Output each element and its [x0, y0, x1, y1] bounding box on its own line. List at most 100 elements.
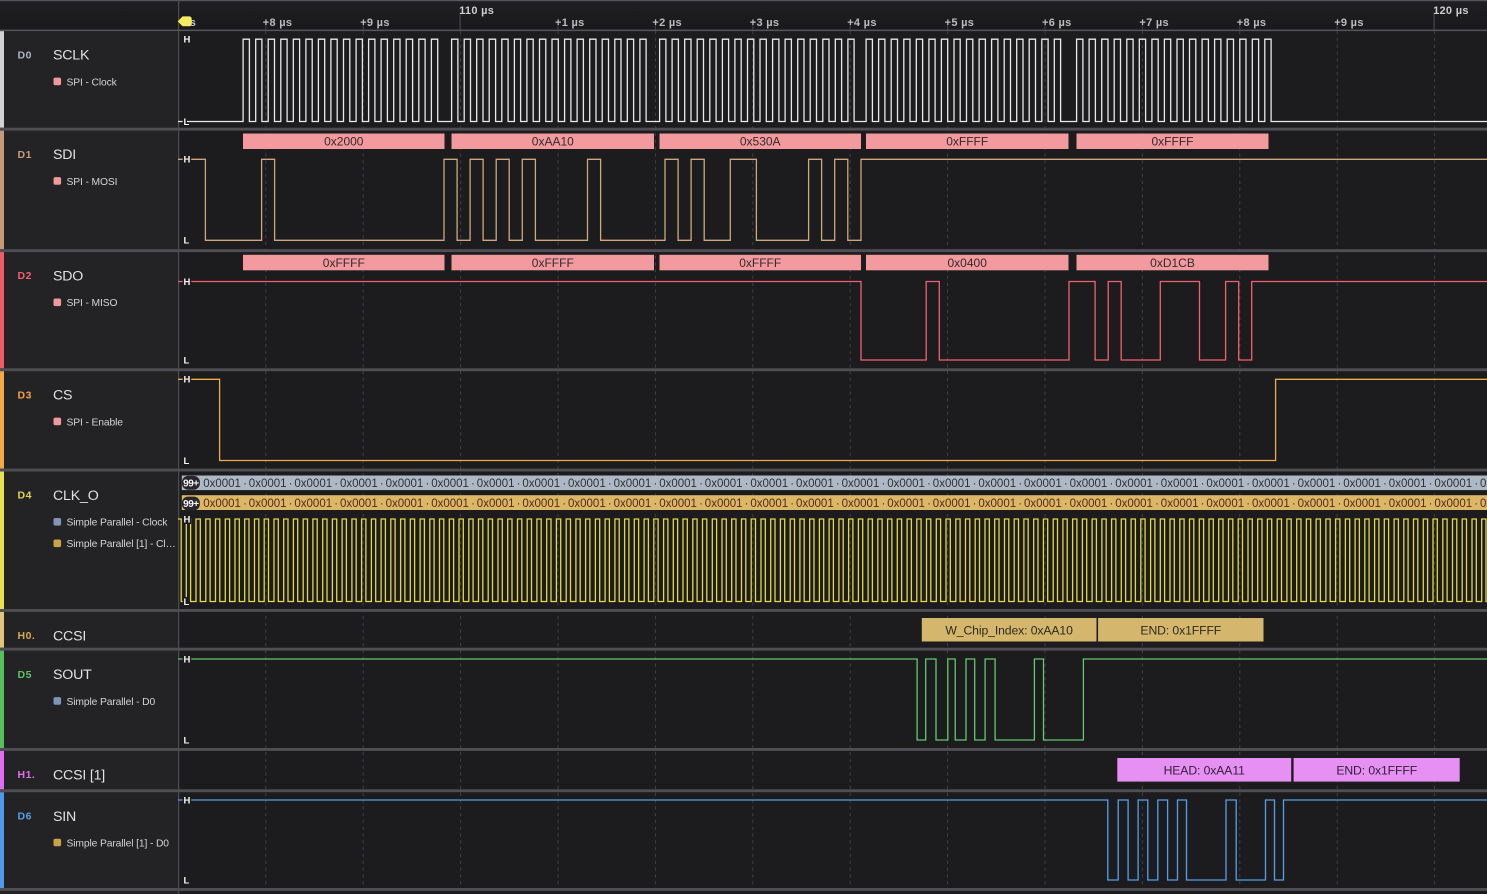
svg-text:·: · [973, 498, 977, 510]
svg-text:L: L [184, 117, 190, 128]
svg-text:·: · [836, 498, 840, 510]
svg-text:0x0001: 0x0001 [978, 478, 1016, 490]
svg-text:0x0001: 0x0001 [294, 478, 332, 490]
svg-text:·: · [380, 498, 384, 510]
svg-text:·: · [881, 498, 885, 510]
svg-text:END: 0x1FFFF: END: 0x1FFFF [1140, 623, 1221, 637]
svg-text:·: · [471, 478, 475, 490]
svg-text:L: L [184, 355, 190, 366]
svg-text:H: H [184, 375, 191, 386]
svg-text:CLK_O: CLK_O [53, 488, 99, 504]
svg-text:+8 µs: +8 µs [1237, 17, 1267, 29]
svg-text:+3 µs: +3 µs [750, 17, 780, 29]
svg-text:0x0001: 0x0001 [1434, 478, 1472, 490]
svg-text:0x0001: 0x0001 [568, 498, 606, 510]
svg-text:·: · [334, 478, 338, 490]
svg-text:·: · [1292, 498, 1296, 510]
svg-text:SPI - MOSI: SPI - MOSI [67, 177, 118, 188]
svg-text:·: · [699, 478, 703, 490]
svg-text:0x0001: 0x0001 [431, 498, 469, 510]
svg-text:·: · [1201, 478, 1205, 490]
svg-text:0x0001: 0x0001 [1070, 478, 1108, 490]
svg-text:0x0001: 0x0001 [887, 498, 925, 510]
svg-text:·: · [927, 498, 931, 510]
svg-text:+2 µs: +2 µs [652, 17, 682, 29]
svg-text:H: H [184, 277, 191, 288]
svg-text:+8 µs: +8 µs [263, 17, 293, 29]
svg-text:·: · [1064, 498, 1068, 510]
svg-text:SPI - MISO: SPI - MISO [67, 298, 118, 309]
svg-text:L: L [184, 236, 190, 247]
svg-text:0x0001: 0x0001 [1343, 478, 1381, 490]
svg-text:·: · [1246, 498, 1250, 510]
svg-text:0x0001: 0x0001 [1389, 498, 1427, 510]
svg-text:Simple Parallel - Clock: Simple Parallel - Clock [67, 518, 169, 529]
svg-text:·: · [562, 498, 566, 510]
svg-text:W_Chip_Index: 0xAA10: W_Chip_Index: 0xAA10 [945, 623, 1073, 637]
svg-text:·: · [1109, 478, 1113, 490]
svg-text:+9 µs: +9 µs [1334, 17, 1364, 29]
svg-text:0x0001: 0x0001 [1070, 498, 1108, 510]
svg-text:·: · [1201, 498, 1205, 510]
svg-text:·: · [973, 478, 977, 490]
svg-text:H: H [184, 155, 191, 166]
svg-text:0x0001: 0x0001 [933, 478, 971, 490]
svg-text:0x0001: 0x0001 [887, 478, 925, 490]
svg-text:+1 µs: +1 µs [555, 17, 585, 29]
svg-text:·: · [517, 478, 521, 490]
svg-text:·: · [1474, 478, 1478, 490]
svg-text:CCSI [1]: CCSI [1] [53, 768, 105, 784]
svg-text:0x0001: 0x0001 [842, 478, 880, 490]
svg-text:·: · [1383, 478, 1387, 490]
svg-text:0x0001: 0x0001 [1024, 478, 1062, 490]
svg-text:H: H [184, 514, 191, 525]
svg-text:0x0001: 0x0001 [750, 498, 788, 510]
svg-text:L: L [184, 875, 190, 886]
svg-text:0x0001: 0x0001 [659, 478, 697, 490]
svg-text:0x0001: 0x0001 [1389, 478, 1427, 490]
svg-text:0x0001: 0x0001 [933, 498, 971, 510]
svg-text:0x0001: 0x0001 [1343, 498, 1381, 510]
svg-text:0x0001: 0x0001 [1434, 498, 1472, 510]
svg-text:·: · [1292, 478, 1296, 490]
svg-text:0x0001: 0x0001 [1298, 498, 1336, 510]
svg-text:0x2000: 0x2000 [324, 135, 364, 149]
svg-text:0xFFFF: 0xFFFF [323, 256, 365, 270]
svg-text:+7 µs: +7 µs [1139, 17, 1169, 29]
svg-text:0xFFFF: 0xFFFF [1152, 135, 1194, 149]
svg-text:0x0001: 0x0001 [796, 498, 834, 510]
svg-text:END: 0x1FFFF: END: 0x1FFFF [1336, 763, 1417, 777]
svg-text:0x0001: 0x0001 [431, 478, 469, 490]
svg-text:L: L [184, 456, 190, 467]
svg-text:+9 µs: +9 µs [360, 17, 390, 29]
svg-text:·: · [1383, 498, 1387, 510]
svg-text:+6 µs: +6 µs [1042, 17, 1072, 29]
svg-text:0x0001: 0x0001 [614, 498, 652, 510]
svg-text:L: L [184, 735, 190, 746]
svg-text:·: · [243, 478, 247, 490]
svg-text:D0: D0 [18, 49, 32, 61]
svg-text:·: · [927, 478, 931, 490]
svg-text:·: · [653, 498, 657, 510]
svg-text:0x0001: 0x0001 [294, 498, 332, 510]
svg-text:Simple Parallel [1] - D0: Simple Parallel [1] - D0 [67, 838, 170, 849]
svg-text:H0.: H0. [18, 630, 36, 642]
svg-text:0x0001: 0x0001 [1298, 478, 1336, 490]
svg-text:0x0001: 0x0001 [1024, 498, 1062, 510]
svg-text:·: · [1064, 478, 1068, 490]
svg-text:0x0001: 0x0001 [1480, 498, 1487, 510]
svg-text:0x0001: 0x0001 [522, 478, 560, 490]
svg-text:·: · [1155, 498, 1159, 510]
svg-text:·: · [1018, 478, 1022, 490]
svg-text:0x0001: 0x0001 [705, 478, 743, 490]
svg-text:·: · [881, 478, 885, 490]
svg-text:0x0001: 0x0001 [1115, 498, 1153, 510]
svg-text:·: · [243, 498, 247, 510]
svg-text:0x0001: 0x0001 [1252, 498, 1290, 510]
svg-text:·: · [1018, 498, 1022, 510]
svg-text:0x0001: 0x0001 [750, 478, 788, 490]
svg-text:0x530A: 0x530A [740, 135, 781, 149]
svg-text:·: · [608, 478, 612, 490]
svg-text:SIN: SIN [53, 809, 76, 825]
svg-text:+4 µs: +4 µs [847, 17, 877, 29]
